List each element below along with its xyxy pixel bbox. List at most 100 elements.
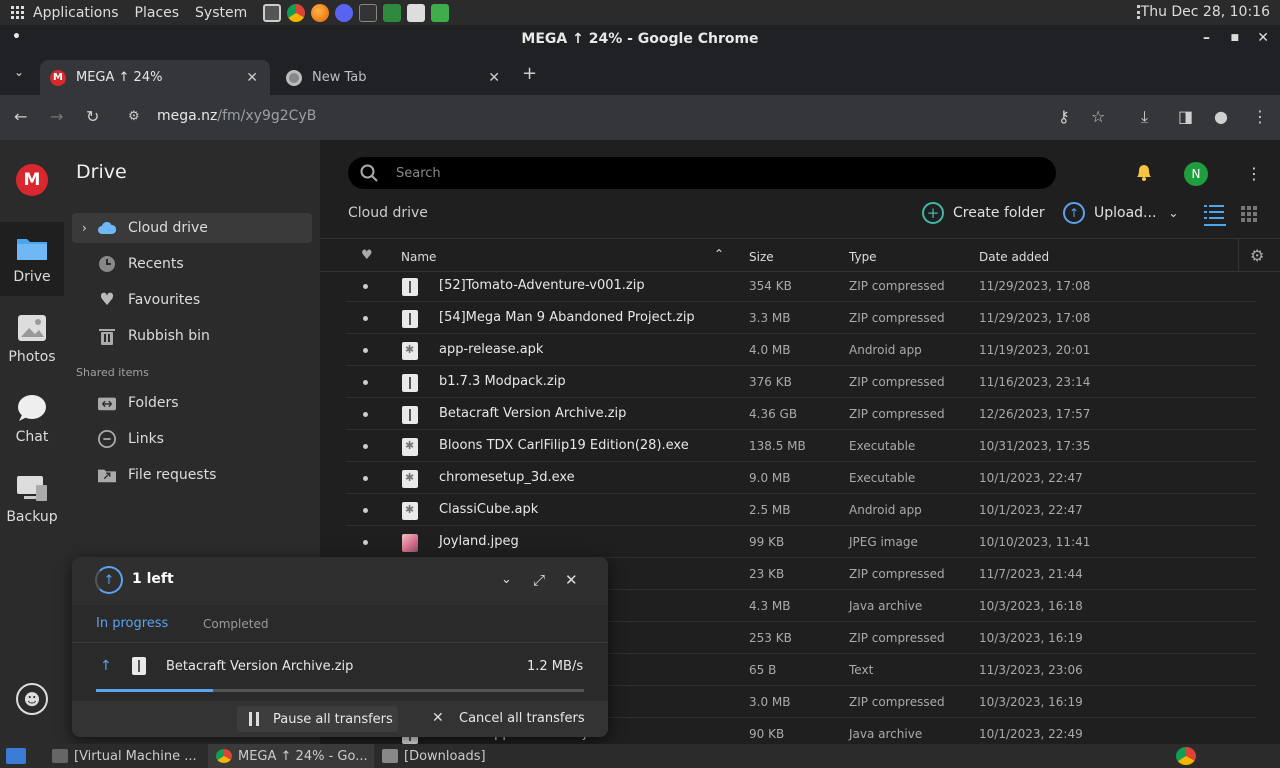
taskbar-item-downloads[interactable]: [Downloads] [374, 744, 544, 768]
file-date: 11/3/2023, 23:06 [979, 663, 1083, 677]
table-row[interactable]: Bloons TDX CarlFilip19 Edition(28).exe 13… [346, 430, 1256, 462]
column-type[interactable]: Type [849, 250, 877, 264]
collapse-chevron-down-icon[interactable]: ⌄ [501, 572, 512, 587]
menu-places[interactable]: Places [135, 5, 180, 21]
pause-icon [249, 712, 259, 726]
tab-in-progress[interactable]: In progress [96, 616, 168, 631]
favourite-column-heart-icon[interactable]: ♥ [361, 248, 373, 263]
chevron-right-icon[interactable]: › [82, 221, 87, 235]
os-taskbar: [Virtual Machine ... MEGA ↑ 24% - Go... … [0, 744, 1280, 768]
site-info-icon[interactable]: ⚙ [128, 109, 140, 124]
table-row[interactable]: [54]Mega Man 9 Abandoned Project.zip 3.3 … [346, 302, 1256, 334]
close-panel-icon[interactable]: ✕ [565, 571, 578, 589]
rail-item-photos[interactable]: Photos [0, 302, 64, 376]
sidebar-item-recents[interactable]: Recents [72, 249, 312, 279]
tab-close-icon[interactable]: ✕ [488, 70, 500, 86]
back-arrow-icon[interactable]: ← [14, 107, 27, 126]
sidebar-item-file-requests[interactable]: File requests [72, 460, 312, 490]
table-row[interactable]: Joyland.jpeg 99 KB JPEG image 10/10/2023, 1… [346, 526, 1256, 558]
grid-view-icon[interactable] [1241, 206, 1257, 222]
file-name: b1.7.3 Modpack.zip [439, 374, 566, 389]
avatar[interactable]: N [1184, 162, 1208, 186]
show-desktop-icon[interactable] [6, 748, 26, 764]
folder-icon [17, 239, 47, 260]
file-size: 253 KB [749, 631, 792, 645]
window-menu-dot-icon[interactable]: • [12, 29, 21, 45]
chrome-launcher-icon[interactable] [287, 3, 306, 22]
pause-all-button[interactable]: Pause all transfers [237, 706, 398, 732]
minimize-icon[interactable]: – [1203, 30, 1210, 46]
chrome-icon [216, 749, 232, 763]
cancel-all-button[interactable]: ✕ Cancel all transfers [432, 710, 585, 726]
address-bar[interactable]: mega.nz/fm/xy9g2CyB [157, 108, 316, 124]
terminal-launcher-icon[interactable] [359, 3, 378, 22]
side-panel-icon[interactable]: ◨ [1178, 107, 1193, 126]
mega-settings-mascot-icon[interactable]: ☻ [16, 683, 48, 715]
mega-favicon-icon: M [50, 69, 66, 86]
clock[interactable]: Thu Dec 28, 10:16 [1141, 4, 1270, 20]
window-close-icon[interactable]: ✕ [1257, 30, 1269, 46]
rail-item-backup[interactable]: Backup [0, 462, 64, 536]
file-date: 10/31/2023, 17:35 [979, 439, 1091, 453]
sidebar-item-folders[interactable]: Folders [72, 388, 312, 418]
table-row[interactable]: ClassiCube.apk 2.5 MB Android app 10/1/2023… [346, 494, 1256, 526]
maximize-icon[interactable]: ■ [1230, 33, 1239, 43]
apps-grid-icon[interactable] [11, 5, 25, 20]
sort-ascending-icon[interactable]: ⌃ [714, 247, 724, 261]
tab-label: MEGA ↑ 24% [76, 70, 163, 85]
transfer-item[interactable]: ↑ Betacraft Version Archive.zip 1.2 MB/s [72, 643, 608, 701]
discord-launcher-icon[interactable] [335, 3, 354, 22]
tray-chrome-icon[interactable] [1176, 747, 1196, 765]
create-folder-button[interactable]: + Create folder [922, 202, 1045, 224]
more-options-kebab-icon[interactable]: ⋮ [1246, 164, 1262, 183]
new-tab-plus-icon[interactable]: + [522, 63, 537, 84]
upload-button[interactable]: ↑ Upload... ⌄ [1063, 202, 1178, 224]
tab-completed[interactable]: Completed [203, 617, 268, 631]
expand-window-icon[interactable]: ⤢ [533, 571, 545, 589]
rail-item-chat[interactable]: Chat [0, 382, 64, 456]
column-name[interactable]: Name [401, 250, 436, 264]
row-status-dot-icon [363, 316, 368, 321]
sidebar-item-links[interactable]: Links [72, 424, 312, 454]
column-size[interactable]: Size [749, 250, 774, 264]
sidebar-item-favourites[interactable]: ♥ Favourites [72, 285, 312, 315]
shared-items-heading: Shared items [76, 366, 149, 379]
search-input[interactable] [396, 165, 996, 181]
taskbar-item-vm[interactable]: [Virtual Machine ... [44, 744, 204, 768]
table-row[interactable]: b1.7.3 Modpack.zip 376 KB ZIP compressed 11… [346, 366, 1256, 398]
table-row[interactable]: chromesetup_3d.exe 9.0 MB Executable 10/1/2… [346, 462, 1256, 494]
taskbar-item-chrome[interactable]: MEGA ↑ 24% - Go... [208, 744, 374, 768]
search-bar[interactable] [348, 157, 1056, 189]
mega-logo[interactable]: M [16, 164, 48, 196]
system-monitor-launcher-icon[interactable] [383, 3, 402, 22]
text-editor-launcher-icon[interactable] [407, 3, 426, 22]
firefox-launcher-icon[interactable] [311, 3, 330, 22]
sidebar-item-rubbish-bin[interactable]: Rubbish bin [72, 321, 312, 351]
downloads-icon[interactable]: ⤓ [1141, 107, 1148, 127]
table-row[interactable]: [52]Tomato-Adventure-v001.zip 354 KB ZIP c… [346, 270, 1256, 302]
column-date-added[interactable]: Date added [979, 250, 1049, 264]
screenshot-launcher-icon[interactable] [263, 3, 282, 22]
clock-icon [98, 255, 116, 273]
tab-close-icon[interactable]: ✕ [246, 70, 258, 86]
reload-icon[interactable]: ↻ [86, 107, 99, 126]
menu-applications[interactable]: Applications [33, 5, 119, 21]
menu-system[interactable]: System [195, 5, 247, 21]
bookmark-star-icon[interactable]: ☆ [1091, 107, 1105, 126]
vim-launcher-icon[interactable] [431, 3, 450, 22]
forward-arrow-icon[interactable]: → [50, 107, 63, 126]
profile-icon[interactable]: ● [1214, 107, 1228, 126]
column-settings-gear-icon[interactable]: ⚙ [1250, 246, 1264, 265]
tab-new-tab[interactable]: New Tab ✕ [276, 60, 512, 95]
table-row[interactable]: Betacraft Version Archive.zip 4.36 GB ZIP … [346, 398, 1256, 430]
tab-search-chevron-icon[interactable]: ⌄ [14, 65, 24, 79]
tab-mega[interactable]: M MEGA ↑ 24% ✕ [40, 60, 270, 95]
rail-item-drive[interactable]: Drive [0, 222, 64, 296]
chrome-menu-kebab-icon[interactable]: ⋮ [1252, 107, 1268, 126]
table-row[interactable]: app-release.apk 4.0 MB Android app 11/19/20… [346, 334, 1256, 366]
sidebar-item-label: Rubbish bin [128, 328, 210, 344]
password-key-icon[interactable]: ⚷ [1058, 107, 1070, 126]
list-view-button[interactable] [1204, 204, 1226, 226]
notifications-bell-icon[interactable] [1134, 162, 1154, 182]
sidebar-item-cloud-drive[interactable]: › Cloud drive [72, 213, 312, 243]
